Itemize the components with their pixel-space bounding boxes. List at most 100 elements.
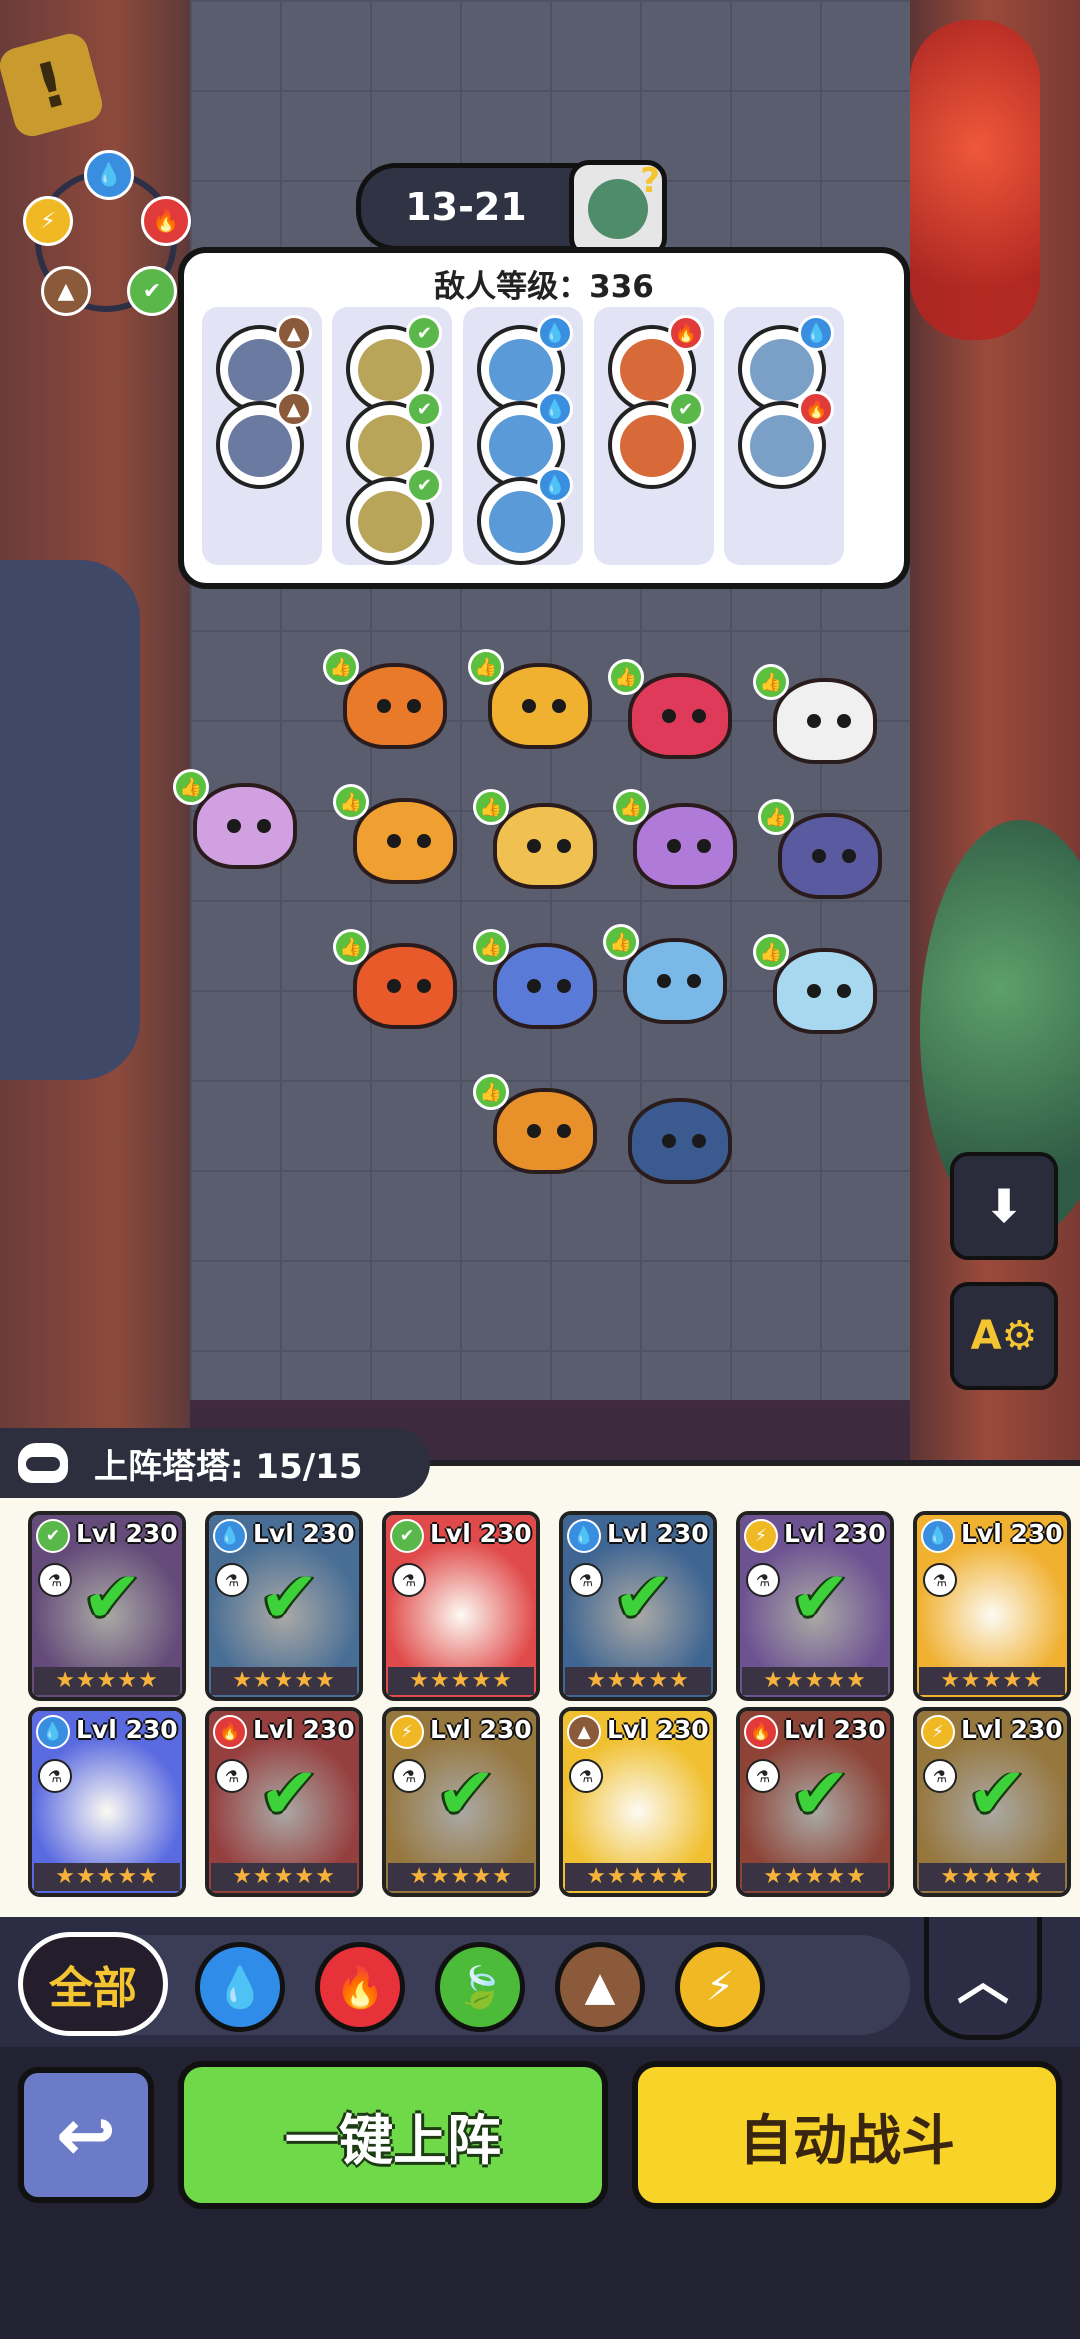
potion-icon: ⚗ — [746, 1759, 780, 1793]
thumbs-up-icon: 👍 — [473, 929, 509, 965]
tower-card[interactable]: 🔥 Lvl 230 ⚗ ✔ ★★★★★ — [205, 1707, 363, 1897]
back-button[interactable]: ↩ — [18, 2067, 154, 2203]
thumbs-up-icon: 👍 — [323, 649, 359, 685]
tower-card[interactable]: 💧 Lvl 230 ⚗ ✔ ★★★★★ — [205, 1511, 363, 1701]
deployed-check-icon: ✔ — [967, 1751, 1028, 1835]
star-rating: ★★★★★ — [565, 1863, 711, 1891]
battle-scene: ! 💧 🔥 ✔ ▲ ⚡ 13-21 ? 敌人等级：336 ▲ ▲ ✔ ✔ ✔ 💧 💧 💧 🔥 ✔ 💧… — [0, 0, 1080, 1460]
tower-level: Lvl 230 — [253, 1519, 355, 1548]
deployed-tower[interactable]: 👍 — [753, 664, 877, 764]
water-element-icon: 💧 — [36, 1715, 70, 1749]
deployed-tower[interactable]: 👍 — [753, 934, 877, 1034]
earth-element-badge-icon: ▲ — [275, 391, 312, 427]
auto-setting-button[interactable]: A⚙ — [950, 1282, 1058, 1390]
chevron-up-icon: ︿ — [956, 1951, 1009, 2012]
tower-card[interactable]: 🔥 Lvl 230 ⚗ ✔ ★★★★★ — [736, 1707, 894, 1897]
tower-card[interactable]: ⚡ Lvl 230 ⚗ ✔ ★★★★★ — [736, 1511, 894, 1701]
deployed-check-icon: ✔ — [259, 1751, 320, 1835]
thumbs-up-icon: 👍 — [753, 934, 789, 970]
deployed-tower[interactable]: 👍 — [333, 929, 457, 1029]
water-icon: 💧 — [215, 1964, 265, 2011]
fire-element-icon: 🔥 — [141, 196, 191, 246]
deployed-check-icon: ✔ — [790, 1555, 851, 1639]
lightning-element-icon: ⚡ — [23, 196, 73, 246]
deployed-count-label: 上阵塔塔: 15/15 — [94, 1446, 363, 1487]
potion-icon: ⚗ — [38, 1759, 72, 1793]
leaf-element-badge-icon: ✔ — [406, 467, 443, 503]
tower-level: Lvl 230 — [430, 1715, 532, 1744]
leaf-filter-button[interactable]: 🍃 — [435, 1942, 525, 2032]
deployed-tower[interactable]: 👍 — [473, 929, 597, 1029]
deployed-tower[interactable]: 👍 — [608, 659, 732, 759]
deployed-tower[interactable]: 👍 — [613, 789, 737, 889]
action-bar: ↩ 一键上阵 自动战斗 — [0, 2047, 1080, 2339]
deployed-tower[interactable]: 👍 — [473, 789, 597, 889]
lightning-element-icon: ⚡ — [921, 1715, 955, 1749]
fire-element-icon: 🔥 — [213, 1715, 247, 1749]
water-element-icon: 💧 — [213, 1519, 247, 1553]
water-element-badge-icon: 💧 — [798, 315, 835, 351]
deployed-tower[interactable]: 👍 — [323, 649, 447, 749]
tower-level: Lvl 230 — [784, 1519, 886, 1548]
fire-filter-button[interactable]: 🔥 — [315, 1942, 405, 2032]
lightning-icon: ⚡ — [705, 1964, 735, 2010]
save-lineup-button[interactable]: ⬇ — [950, 1152, 1058, 1260]
deployed-tower[interactable]: 👍 — [468, 649, 592, 749]
deployed-tower[interactable] — [620, 1090, 732, 1184]
tower-level: Lvl 230 — [607, 1519, 709, 1548]
element-filter-bar: 全部 💧 🔥 🍃 ▲ ⚡ ︿ — [0, 1917, 1080, 2047]
tower-card[interactable]: ▲ Lvl 230 ⚗ ★★★★★ — [559, 1707, 717, 1897]
enemy-level-label: 敌人等级： — [434, 269, 590, 305]
tower-card[interactable]: ⚡ Lvl 230 ⚗ ✔ ★★★★★ — [913, 1707, 1071, 1897]
star-rating: ★★★★★ — [742, 1863, 888, 1891]
auto-gear-icon: A⚙ — [970, 1313, 1038, 1359]
water-filter-button[interactable]: 💧 — [195, 1942, 285, 2032]
deployed-tower[interactable]: 👍 — [603, 924, 727, 1024]
star-rating: ★★★★★ — [388, 1667, 534, 1695]
enemy-level-value: 336 — [589, 269, 654, 305]
potion-icon: ⚗ — [569, 1759, 603, 1793]
tower-card[interactable]: ✔ Lvl 230 ⚗ ★★★★★ — [382, 1511, 540, 1701]
water-element-badge-icon: 💧 — [537, 467, 574, 503]
thumbs-up-icon: 👍 — [173, 769, 209, 805]
pipe-decoration — [0, 560, 140, 1080]
tower-card[interactable]: 💧 Lvl 230 ⚗ ★★★★★ — [913, 1511, 1071, 1701]
lightning-element-icon: ⚡ — [744, 1519, 778, 1553]
lightning-filter-button[interactable]: ⚡ — [675, 1942, 765, 2032]
tower-card[interactable]: ✔ Lvl 230 ⚗ ✔ ★★★★★ — [28, 1511, 186, 1701]
star-rating: ★★★★★ — [211, 1863, 357, 1891]
leaf-element-badge-icon: ✔ — [406, 315, 443, 351]
tower-roster: ✔ Lvl 230 ⚗ ✔ ★★★★★ 💧 Lvl 230 ⚗ ✔ ★★★★★ ✔ Lvl 230 ⚗ ★… — [0, 1462, 1080, 1921]
thumbs-up-icon: 👍 — [333, 929, 369, 965]
zombie-boss-question-icon[interactable]: ? — [569, 160, 667, 258]
earth-element-icon: ▲ — [567, 1715, 601, 1749]
thumbs-up-icon: 👍 — [473, 1074, 509, 1110]
star-rating: ★★★★★ — [565, 1667, 711, 1695]
thumbs-up-icon: 👍 — [608, 659, 644, 695]
earth-icon: ▲ — [584, 1964, 616, 2010]
water-element-icon: 💧 — [84, 150, 134, 200]
fire-element-badge-icon: 🔥 — [667, 315, 704, 351]
deployed-tower[interactable]: 👍 — [758, 799, 882, 899]
leaf-element-icon: ✔ — [390, 1519, 424, 1553]
leaf-element-badge-icon: ✔ — [406, 391, 443, 427]
tower-level: Lvl 230 — [253, 1715, 355, 1744]
deployed-tower[interactable]: 👍 — [333, 784, 457, 884]
tower-card[interactable]: 💧 Lvl 230 ⚗ ✔ ★★★★★ — [559, 1511, 717, 1701]
star-rating: ★★★★★ — [742, 1667, 888, 1695]
potion-icon: ⚗ — [569, 1563, 603, 1597]
all-filter-button[interactable]: 全部 — [18, 1932, 168, 2036]
deployed-tower[interactable]: 👍 — [473, 1074, 597, 1174]
element-cycle-wheel: 💧 🔥 ✔ ▲ ⚡ — [23, 150, 191, 316]
deployed-tower[interactable]: 👍 — [173, 769, 297, 869]
thumbs-up-icon: 👍 — [613, 789, 649, 825]
earth-element-icon: ▲ — [41, 266, 91, 316]
one-click-deploy-button[interactable]: 一键上阵 — [178, 2061, 608, 2209]
potion-icon: ⚗ — [923, 1563, 957, 1597]
tower-card[interactable]: 💧 Lvl 230 ⚗ ★★★★★ — [28, 1707, 186, 1897]
earth-filter-button[interactable]: ▲ — [555, 1942, 645, 2032]
collapse-roster-button[interactable]: ︿ — [924, 1917, 1042, 2040]
auto-battle-button[interactable]: 自动战斗 — [632, 2061, 1062, 2209]
tower-card[interactable]: ⚡ Lvl 230 ⚗ ✔ ★★★★★ — [382, 1707, 540, 1897]
tower-level: Lvl 230 — [961, 1519, 1063, 1548]
